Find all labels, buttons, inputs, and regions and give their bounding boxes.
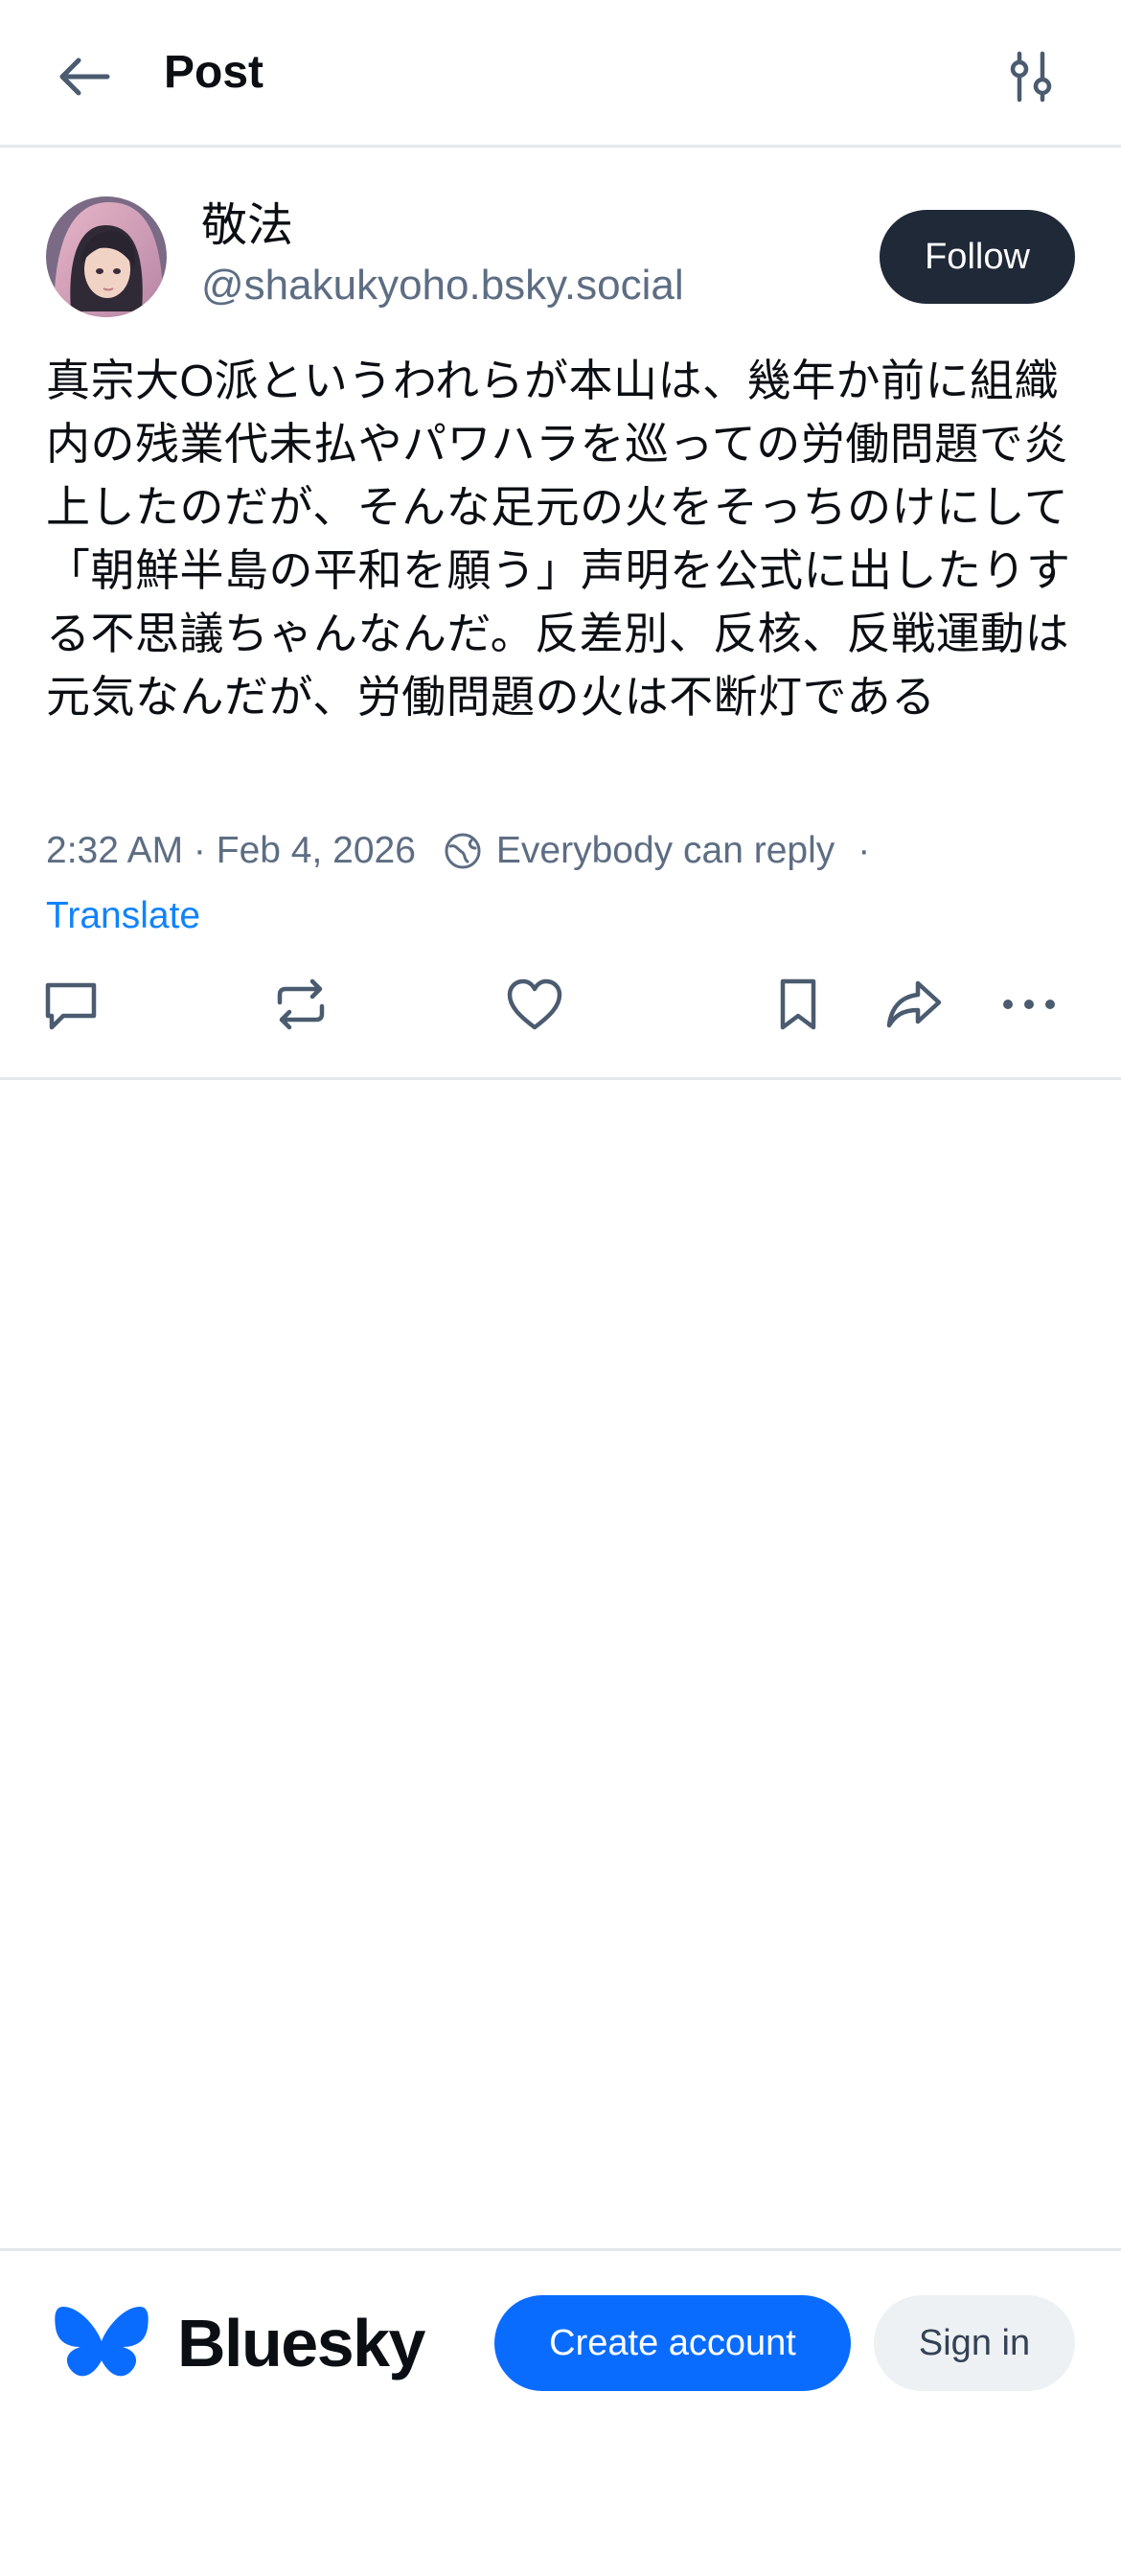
translate-link[interactable]: Translate	[46, 889, 200, 943]
more-icon[interactable]	[995, 970, 1064, 1039]
sign-in-button[interactable]: Sign in	[874, 2295, 1075, 2391]
back-arrow-icon[interactable]	[50, 42, 119, 111]
bookmark-icon[interactable]	[764, 970, 833, 1039]
avatar[interactable]	[46, 196, 167, 317]
author-display-name[interactable]: 敬法	[201, 197, 293, 255]
top-bar: Post	[0, 0, 1121, 148]
divider	[0, 1077, 1121, 1080]
page-title: Post	[164, 47, 264, 98]
reply-icon[interactable]	[36, 970, 105, 1039]
reply-setting: Everybody can reply	[495, 830, 835, 871]
repost-icon[interactable]	[266, 970, 335, 1039]
post-timestamp[interactable]: 2:32 AM · Feb 4, 2026	[46, 830, 416, 872]
author-handle[interactable]: @shakukyoho.bsky.social	[201, 259, 684, 312]
signup-footer: Bluesky Create account Sign in	[0, 2248, 1121, 2576]
globe-icon	[443, 831, 483, 871]
follow-button[interactable]: Follow	[880, 210, 1075, 304]
sliders-icon[interactable]	[996, 42, 1065, 111]
brand-name: Bluesky	[177, 2306, 425, 2380]
butterfly-logo-icon	[54, 2303, 149, 2387]
post-meta: 2:32 AM · Feb 4, 2026 Everybody can repl…	[46, 822, 1081, 880]
like-icon[interactable]	[500, 970, 569, 1039]
share-icon[interactable]	[880, 970, 949, 1039]
create-account-button[interactable]: Create account	[494, 2295, 851, 2391]
post-text: 真宗大O派というわれらが本山は、幾年か前に組織内の残業代未払やパワハラを巡っての…	[46, 356, 1071, 722]
meta-separator: ·	[858, 830, 871, 871]
